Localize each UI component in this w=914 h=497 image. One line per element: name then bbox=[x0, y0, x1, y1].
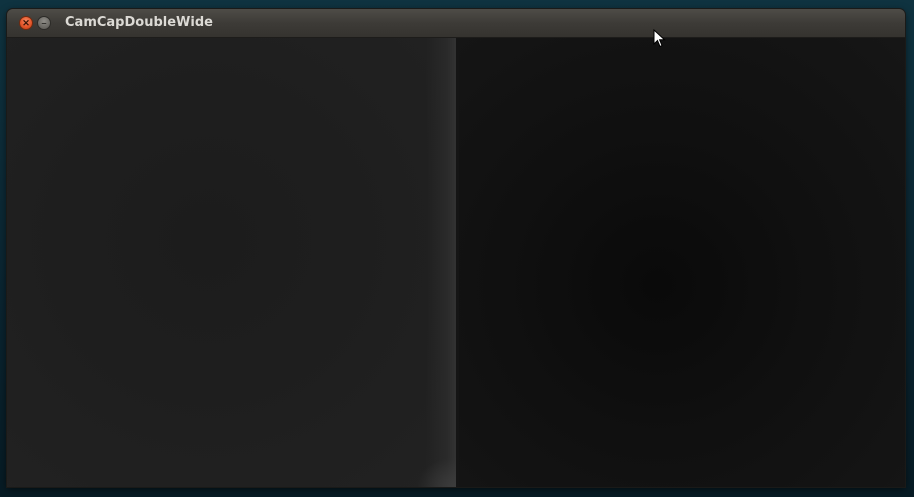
window-title: CamCapDoubleWide bbox=[65, 15, 213, 30]
close-icon: ✕ bbox=[22, 18, 30, 28]
left-feed-edge-highlight bbox=[426, 38, 456, 487]
feed-divider bbox=[456, 38, 459, 487]
window-titlebar[interactable]: ✕ – CamCapDoubleWide bbox=[7, 9, 905, 38]
desktop-background: ✕ – CamCapDoubleWide bbox=[0, 0, 914, 497]
camera-canvas[interactable] bbox=[7, 38, 905, 487]
close-button[interactable]: ✕ bbox=[19, 16, 33, 30]
app-window: ✕ – CamCapDoubleWide bbox=[7, 9, 905, 487]
left-camera-feed bbox=[7, 38, 456, 487]
minimize-button[interactable]: – bbox=[37, 16, 51, 30]
right-camera-feed bbox=[456, 38, 905, 487]
minimize-icon: – bbox=[41, 18, 47, 28]
left-feed-smudge bbox=[416, 457, 456, 487]
mouse-cursor-icon bbox=[653, 29, 666, 48]
